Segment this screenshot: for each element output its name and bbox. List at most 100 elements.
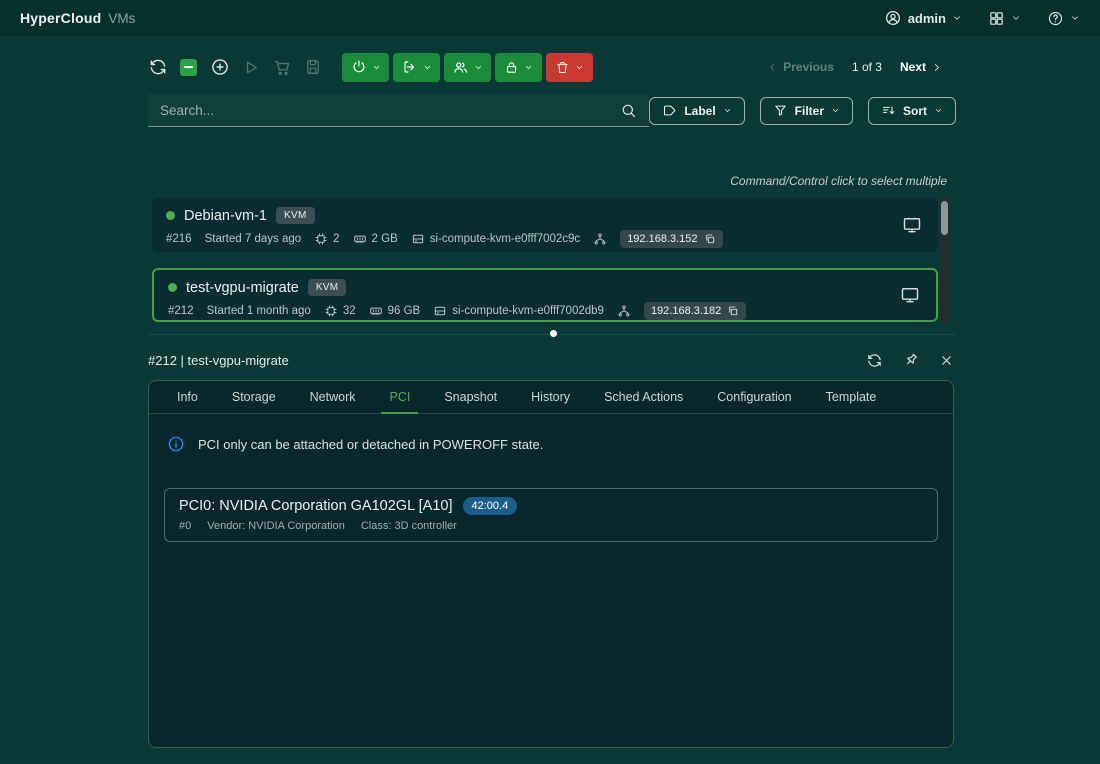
previous-page-label: Previous	[783, 60, 834, 74]
chevron-down-icon	[831, 106, 840, 115]
multi-select-hint: Command/Control click to select multiple	[148, 174, 947, 188]
user-menu[interactable]: admin	[884, 9, 962, 27]
tab-sched-actions[interactable]: Sched Actions	[604, 381, 683, 413]
pci-device-meta: #0 Vendor: NVIDIA Corporation Class: 3D …	[179, 520, 923, 532]
vm-started: Started 7 days ago	[205, 233, 302, 245]
chevron-down-icon	[723, 106, 732, 115]
vm-memory: 96 GB	[369, 304, 421, 318]
detail-title: #212 | test-vgpu-migrate	[148, 353, 289, 368]
next-page-button[interactable]: Next	[900, 60, 942, 74]
host-icon	[411, 232, 425, 246]
vm-id: #212	[168, 305, 194, 317]
power-icon	[351, 59, 367, 75]
chevron-down-icon	[1011, 13, 1021, 23]
detail-header: #212 | test-vgpu-migrate	[148, 345, 954, 375]
next-page-label: Next	[900, 60, 926, 74]
pin-icon	[903, 352, 919, 368]
pci-device-index: #0	[179, 520, 191, 532]
save-icon	[304, 58, 322, 76]
previous-page-button[interactable]: Previous	[767, 60, 834, 74]
detail-pin-button[interactable]	[903, 352, 919, 368]
tab-info[interactable]: Info	[177, 381, 198, 413]
vm-ip: 192.168.3.182	[651, 305, 721, 317]
refresh-button[interactable]	[148, 57, 168, 77]
save-button[interactable]	[304, 58, 322, 76]
search-input-wrapper	[148, 94, 649, 127]
refresh-icon	[866, 352, 883, 369]
vm-started: Started 1 month ago	[207, 305, 311, 317]
filter-button-text: Filter	[795, 104, 824, 118]
search-row: Label Filter Sort	[148, 94, 956, 127]
vm-row-test-vgpu-migrate[interactable]: test-vgpu-migrate KVM #212 Started 1 mon…	[152, 268, 938, 322]
detail-tabs: Info Storage Network PCI Snapshot Histor…	[149, 381, 953, 414]
apps-grid-icon	[988, 10, 1005, 27]
create-vm-button[interactable]	[210, 57, 230, 77]
vm-hypervisor-badge: KVM	[308, 279, 347, 296]
vm-cpu: 32	[324, 304, 356, 318]
label-button-text: Label	[684, 104, 715, 118]
ownership-actions-button[interactable]	[444, 53, 491, 82]
play-icon	[242, 58, 261, 77]
apps-menu[interactable]	[988, 10, 1021, 27]
indeterminate-checkbox-icon	[184, 66, 193, 68]
filter-icon	[773, 103, 788, 118]
select-all-checkbox[interactable]	[180, 59, 197, 76]
filter-button[interactable]: Filter	[760, 97, 853, 125]
plus-circle-icon	[210, 57, 230, 77]
monitor-icon	[900, 285, 920, 305]
topbar-menus: admin	[884, 9, 1080, 27]
search-input[interactable]	[160, 103, 620, 118]
chevron-right-icon	[931, 62, 942, 73]
label-button[interactable]: Label	[649, 97, 744, 125]
pci-address-badge: 42:00.4	[463, 497, 518, 515]
help-menu[interactable]	[1047, 10, 1080, 27]
lock-actions-button[interactable]	[495, 53, 542, 82]
tab-template[interactable]: Template	[826, 381, 877, 413]
tab-storage[interactable]: Storage	[232, 381, 276, 413]
search-icon[interactable]	[620, 102, 637, 119]
breadcrumb: HyperCloud VMs	[20, 10, 135, 26]
vnc-console-button[interactable]	[902, 215, 922, 235]
network-icon	[593, 232, 607, 246]
detail-header-actions	[866, 352, 954, 369]
detail-close-button[interactable]	[939, 353, 954, 368]
cart-icon	[273, 58, 292, 77]
tab-snapshot[interactable]: Snapshot	[444, 381, 497, 413]
cpu-icon	[324, 304, 338, 318]
deploy-button[interactable]	[242, 58, 261, 77]
vm-id: #216	[166, 233, 192, 245]
vm-row-title-line: Debian-vm-1 KVM	[166, 207, 924, 224]
tab-network[interactable]: Network	[310, 381, 356, 413]
memory-icon	[353, 232, 367, 246]
pci-device-card: PCI0: NVIDIA Corporation GA102GL [A10] 4…	[164, 488, 938, 542]
sort-icon	[881, 103, 896, 118]
vnc-console-button[interactable]	[900, 285, 920, 305]
vm-actions-toolbar: Previous 1 of 3 Next	[148, 52, 956, 82]
list-scrollbar-thumb[interactable]	[941, 201, 948, 235]
tab-history[interactable]: History	[531, 381, 570, 413]
delete-actions-button[interactable]	[546, 53, 593, 82]
vm-row-debian-vm-1[interactable]: Debian-vm-1 KVM #216 Started 7 days ago …	[152, 198, 938, 252]
detail-refresh-button[interactable]	[866, 352, 883, 369]
vm-cpu: 2	[314, 232, 339, 246]
tab-pci[interactable]: PCI	[389, 381, 410, 413]
migrate-actions-button[interactable]	[393, 53, 440, 82]
power-actions-button[interactable]	[342, 53, 389, 82]
tab-configuration[interactable]: Configuration	[717, 381, 791, 413]
vm-hypervisor-badge: KVM	[276, 207, 315, 224]
topbar: HyperCloud VMs admin	[0, 0, 1100, 36]
sort-button[interactable]: Sort	[868, 97, 956, 125]
help-icon	[1047, 10, 1064, 27]
cart-button[interactable]	[273, 58, 292, 77]
vm-ip-copy[interactable]: 192.168.3.152	[620, 230, 722, 248]
copy-icon	[727, 305, 739, 317]
carousel-dot[interactable]	[550, 330, 557, 337]
chevron-down-icon	[934, 106, 943, 115]
vm-ip-copy[interactable]: 192.168.3.182	[644, 302, 746, 320]
sort-button-text: Sort	[903, 104, 927, 118]
pci-device-class: Class: 3D controller	[361, 520, 457, 532]
list-scrollbar[interactable]	[940, 198, 949, 322]
trash-icon	[555, 60, 570, 75]
cpu-icon	[314, 232, 328, 246]
page-title: VMs	[108, 11, 135, 26]
